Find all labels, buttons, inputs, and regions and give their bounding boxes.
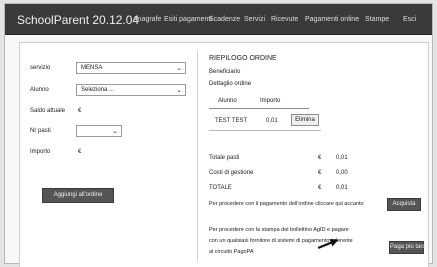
row-alunno: TEST TEST: [215, 118, 248, 124]
totale-label: TOTALE: [209, 185, 232, 191]
table-row-line: [209, 130, 321, 131]
totale-currency: €: [318, 185, 322, 191]
nav-stampe[interactable]: Stampe: [365, 16, 389, 23]
nav-esiti-pagamenti[interactable]: Esiti pagamenti: [164, 16, 212, 23]
col-alunno-header: Alunno: [218, 98, 237, 104]
purchase-button[interactable]: Acquista: [387, 198, 421, 211]
nav-esci[interactable]: Esci: [403, 16, 416, 23]
column-divider: [197, 51, 198, 261]
costi-value: 0,00: [336, 170, 348, 176]
nav-pagamenti-online[interactable]: Pagamenti online: [305, 16, 359, 23]
top-navbar: SchoolParent 20.12.04 Anagrafe Esiti pag…: [5, 4, 432, 35]
alunno-select-value: Seleziona ...: [81, 87, 115, 93]
chevron-down-icon: ⌄: [112, 128, 118, 135]
saldo-currency: €: [78, 108, 82, 114]
col-importo-header: Importo: [260, 98, 281, 104]
alunno-select[interactable]: Seleziona ... ⌄: [76, 84, 186, 96]
dettaglio-label: Dettaglio ordine: [209, 81, 252, 87]
table-header-line: [209, 108, 309, 109]
servizio-label: servizio: [30, 65, 51, 71]
servizio-select[interactable]: MENSA ⌄: [76, 62, 186, 74]
chevron-down-icon: ⌄: [176, 65, 182, 72]
add-to-order-button[interactable]: Aggiungi all'ordine: [42, 188, 114, 203]
delete-row-button[interactable]: Elimina: [291, 114, 319, 126]
pay-instructions: Per procedere con il pagamento dell'ordi…: [209, 201, 364, 207]
npasti-select[interactable]: ⌄: [76, 125, 122, 137]
npasti-label: Nr pasti: [30, 128, 51, 134]
totale-value: 0,01: [336, 185, 348, 191]
bollettino-text-3: al circuito PagoPA: [209, 249, 254, 255]
nav-servizi[interactable]: Servizi: [244, 16, 265, 23]
app-window: SchoolParent 20.12.04 Anagrafe Esiti pag…: [4, 3, 433, 267]
nav-ricevute[interactable]: Ricevute: [271, 16, 298, 23]
nav-scadenze[interactable]: Scadenze: [209, 16, 240, 23]
saldo-label: Saldo attuale: [30, 108, 66, 114]
summary-title: RIEPILOGO ORDINE: [209, 55, 277, 62]
bollettino-text-1: Per procedere con la stampa del bolletti…: [209, 227, 349, 233]
importo-label: Importo: [30, 149, 51, 155]
totale-pasti-label: Totale pasti: [209, 155, 240, 161]
alunno-label: Alunno: [30, 87, 49, 93]
brand-title: SchoolParent 20.12.04: [17, 13, 140, 27]
chevron-down-icon: ⌄: [176, 87, 182, 94]
importo-currency: €: [78, 149, 82, 155]
costi-label: Costi di gestione: [209, 170, 254, 176]
totale-pasti-value: 0,01: [336, 155, 348, 161]
pay-later-button[interactable]: Paga più tardi: [389, 241, 427, 254]
row-importo: 0,01: [266, 118, 278, 124]
totale-pasti-currency: €: [318, 155, 322, 161]
beneficiario-label: Beneficiario: [209, 69, 241, 75]
costi-currency: €: [318, 170, 322, 176]
servizio-select-value: MENSA: [81, 65, 103, 71]
nav-anagrafe[interactable]: Anagrafe: [133, 16, 161, 23]
order-panel: servizio MENSA ⌄ Alunno Seleziona ... ⌄ …: [19, 42, 429, 267]
